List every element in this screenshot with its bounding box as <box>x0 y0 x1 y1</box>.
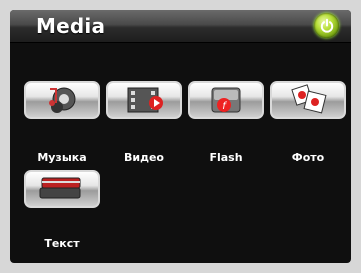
power-icon <box>320 18 333 33</box>
title-bar: Media <box>10 10 351 43</box>
flash-button[interactable]: f <box>188 81 264 119</box>
books-icon <box>39 177 81 199</box>
page-title: Media <box>36 14 106 38</box>
text-button[interactable] <box>24 170 100 208</box>
power-button[interactable] <box>314 13 339 38</box>
video-label: Видео <box>124 151 164 164</box>
flash-icon: f <box>211 87 241 113</box>
photos-icon <box>291 84 327 114</box>
flash-label: Flash <box>209 151 243 164</box>
photo-button[interactable] <box>270 81 346 119</box>
text-label: Текст <box>44 237 80 250</box>
music-button[interactable] <box>24 81 100 119</box>
film-strip-play-icon <box>127 87 163 113</box>
video-button[interactable] <box>106 81 182 119</box>
photo-label: Фото <box>291 151 325 164</box>
music-notes-icon <box>49 87 76 113</box>
music-label: Музыка <box>37 151 87 164</box>
media-screen: Media Музыка Видео f Flash Фото Текст <box>10 10 351 263</box>
device-frame: Media Музыка Видео f Flash Фото Текст <box>0 0 361 273</box>
